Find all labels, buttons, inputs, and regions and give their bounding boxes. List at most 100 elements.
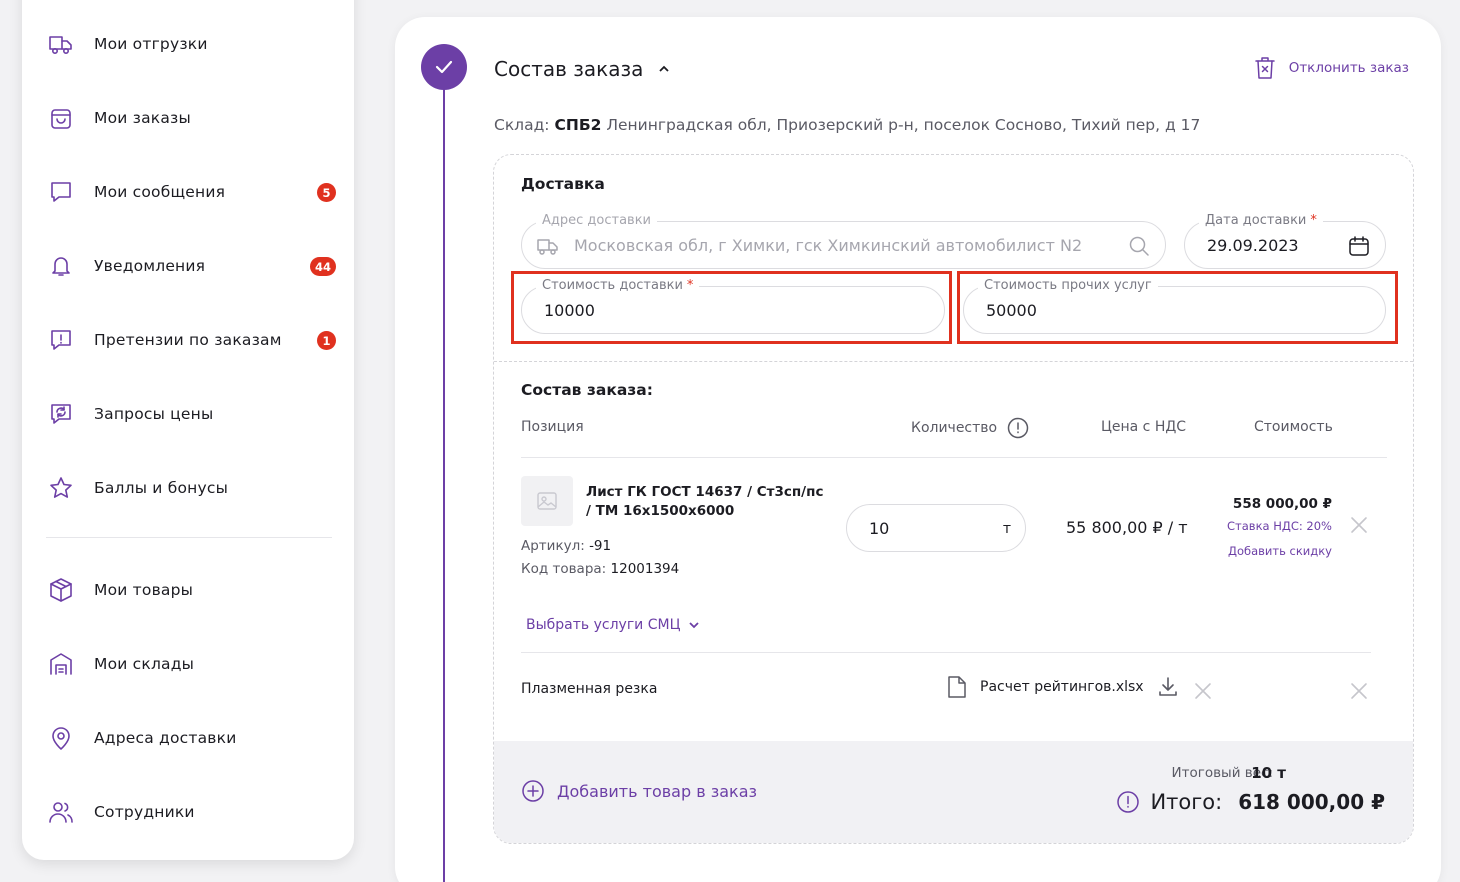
total-weight-value: 10 т bbox=[1251, 764, 1286, 782]
remove-item-button[interactable] bbox=[1350, 516, 1368, 534]
header-cost: Стоимость bbox=[1254, 419, 1333, 435]
remove-file-button[interactable] bbox=[1194, 682, 1212, 700]
sidebar-item-label: Адреса доставки bbox=[94, 729, 237, 747]
calendar-icon[interactable] bbox=[1347, 234, 1371, 258]
sidebar-item-label: Мои заказы bbox=[94, 109, 191, 127]
product-name[interactable]: Лист ГК ГОСТ 14637 / Ст3сп/пс / ТМ 16х15… bbox=[586, 483, 826, 521]
sidebar-item-label: Уведомления bbox=[94, 257, 206, 275]
total-value: 618 000,00 ₽ bbox=[1238, 790, 1385, 814]
reject-order-label: Отклонить заказ bbox=[1288, 60, 1409, 76]
file-name[interactable]: Расчет рейтингов.xlsx bbox=[980, 679, 1144, 695]
delivery-title: Доставка bbox=[521, 175, 605, 193]
table-divider bbox=[521, 457, 1387, 458]
notifications-badge: 44 bbox=[309, 257, 336, 276]
sidebar-item-label: Баллы и бонусы bbox=[94, 479, 229, 497]
composition-title: Состав заказа: bbox=[521, 381, 653, 399]
delivery-cost-value: 10000 bbox=[544, 301, 595, 320]
delivery-address-field[interactable]: Адрес доставки Московская обл, г Химки, … bbox=[521, 213, 1166, 269]
sidebar-divider bbox=[46, 537, 332, 538]
vat-rate: Ставка НДС: 20% bbox=[1227, 519, 1332, 533]
delivery-date-value: 29.09.2023 bbox=[1207, 236, 1299, 255]
attached-file: Расчет рейтингов.xlsx bbox=[946, 674, 1180, 700]
warehouse-info: Склад: СПБ2 Ленинградская обл, Приозерск… bbox=[494, 116, 1201, 134]
sidebar-item-orders[interactable]: Мои заказы bbox=[46, 98, 336, 138]
header-position: Позиция bbox=[521, 419, 584, 435]
divider bbox=[494, 361, 1413, 362]
header-quantity: Количество bbox=[911, 417, 1029, 439]
warehouse-address: Ленинградская обл, Приозерский р-н, посе… bbox=[606, 116, 1201, 134]
sidebar-item-employees[interactable]: Сотрудники bbox=[46, 792, 336, 832]
bell-icon bbox=[46, 251, 76, 281]
delivery-cost-label: Стоимость доставки bbox=[542, 278, 683, 293]
product-article: Артикул: -91 bbox=[521, 538, 612, 554]
other-services-cost-value: 50000 bbox=[986, 301, 1037, 320]
other-services-cost-field[interactable]: Стоимость прочих услуг 50000 bbox=[963, 278, 1386, 334]
sidebar-item-shipments[interactable]: Мои отгрузки bbox=[46, 24, 336, 64]
trash-x-icon bbox=[1254, 57, 1275, 79]
sidebar-item-claims[interactable]: Претензии по заказам 1 bbox=[46, 320, 336, 360]
total-label: Итого: bbox=[1150, 790, 1223, 814]
section-title: Состав заказа bbox=[494, 57, 644, 81]
image-placeholder-icon bbox=[537, 492, 557, 510]
users-icon bbox=[46, 797, 76, 827]
other-services-cost-label: Стоимость прочих услуг bbox=[978, 278, 1158, 293]
document-icon bbox=[948, 676, 966, 698]
add-discount-link[interactable]: Добавить скидку bbox=[1228, 544, 1332, 558]
item-cost: 558 000,00 ₽ bbox=[1232, 496, 1332, 512]
alert-chat-icon bbox=[46, 325, 76, 355]
add-product-button[interactable]: Добавить товар в заказ bbox=[521, 779, 757, 803]
star-icon bbox=[46, 473, 76, 503]
order-total: Итого: 618 000,00 ₽ bbox=[1116, 790, 1385, 814]
remove-service-button[interactable] bbox=[1350, 682, 1368, 700]
delivery-date-field[interactable]: Дата доставки * 29.09.2023 bbox=[1184, 213, 1386, 269]
timeline-line bbox=[443, 88, 445, 882]
sidebar-item-label: Мои склады bbox=[94, 655, 195, 673]
sidebar-item-label: Мои отгрузки bbox=[94, 35, 208, 53]
check-icon bbox=[435, 60, 453, 74]
delivery-cost-field[interactable]: Стоимость доставки * 10000 bbox=[521, 278, 945, 334]
chevron-down-icon bbox=[689, 622, 700, 629]
sidebar-item-products[interactable]: Мои товары bbox=[46, 570, 336, 610]
product-code: Код товара: 12001394 bbox=[521, 561, 680, 577]
quantity-input[interactable]: 10 т bbox=[846, 504, 1026, 552]
download-icon[interactable] bbox=[1156, 675, 1180, 699]
sidebar-item-price-requests[interactable]: Запросы цены bbox=[46, 394, 336, 434]
search-icon[interactable] bbox=[1127, 234, 1151, 258]
close-icon bbox=[1195, 683, 1211, 699]
sidebar-item-bonuses[interactable]: Баллы и бонусы bbox=[46, 468, 336, 508]
sidebar-item-label: Мои товары bbox=[94, 581, 194, 599]
sidebar-item-label: Запросы цены bbox=[94, 405, 214, 423]
reject-order-button[interactable]: Отклонить заказ bbox=[1253, 55, 1409, 81]
sidebar-item-label: Претензии по заказам bbox=[94, 331, 282, 349]
service-name: Плазменная резка bbox=[521, 681, 658, 697]
truck-icon bbox=[537, 239, 558, 255]
bag-icon bbox=[46, 103, 76, 133]
quantity-unit: т bbox=[1002, 521, 1011, 537]
sidebar-item-notifications[interactable]: Уведомления 44 bbox=[46, 246, 336, 286]
table-divider bbox=[521, 652, 1371, 653]
location-icon bbox=[46, 723, 76, 753]
chat-icon bbox=[46, 177, 76, 207]
delivery-date-label: Дата доставки bbox=[1205, 213, 1307, 228]
truck-icon bbox=[46, 29, 76, 59]
delivery-address-value: Московская обл, г Химки, гск Химкинский … bbox=[574, 236, 1083, 255]
section-toggle[interactable]: Состав заказа bbox=[494, 57, 671, 81]
step-complete-badge bbox=[421, 44, 467, 90]
sidebar-item-label: Сотрудники bbox=[94, 803, 195, 821]
messages-badge: 5 bbox=[317, 183, 336, 202]
select-smc-services-dropdown[interactable]: Выбрать услуги СМЦ bbox=[526, 617, 700, 633]
delivery-address-label: Адрес доставки bbox=[536, 213, 658, 228]
claims-badge: 1 bbox=[317, 331, 336, 350]
sidebar-item-warehouses[interactable]: Мои склады bbox=[46, 644, 336, 684]
header-price: Цена с НДС bbox=[1101, 419, 1187, 435]
sidebar: Мои отгрузки Мои заказы Мои сообщения 5 … bbox=[22, 0, 354, 860]
info-icon[interactable] bbox=[1116, 790, 1140, 814]
sidebar-item-label: Мои сообщения bbox=[94, 183, 226, 201]
chevron-up-icon bbox=[659, 65, 670, 72]
info-icon[interactable] bbox=[1007, 417, 1029, 439]
warehouse-code: СПБ2 bbox=[554, 116, 602, 134]
quantity-value: 10 bbox=[869, 519, 890, 538]
box-icon bbox=[46, 575, 76, 605]
sidebar-item-addresses[interactable]: Адреса доставки bbox=[46, 718, 336, 758]
sidebar-item-messages[interactable]: Мои сообщения 5 bbox=[46, 172, 336, 212]
